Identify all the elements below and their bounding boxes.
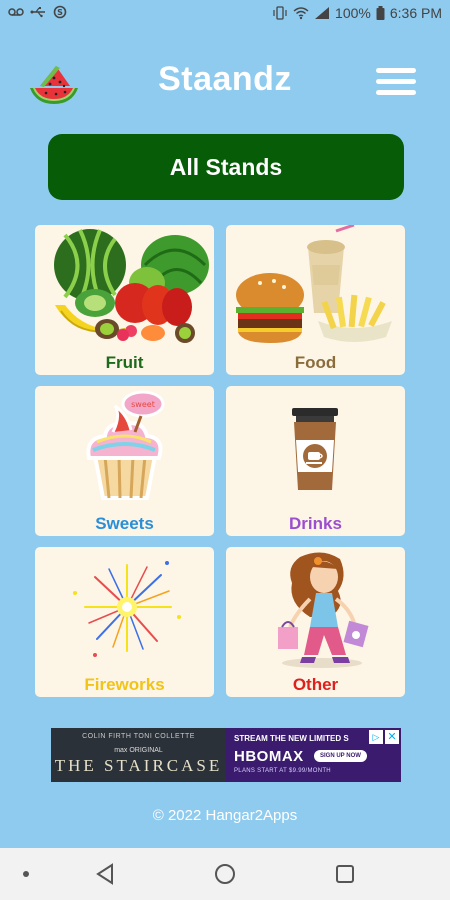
- coffee-cup-icon: [292, 408, 338, 490]
- copyright: © 2022 Hangar2Apps: [152, 807, 298, 824]
- battery-icon: [376, 6, 385, 20]
- svg-text:sweet: sweet: [131, 400, 155, 409]
- home-icon[interactable]: [214, 862, 236, 886]
- burger-fries-icon: [236, 225, 392, 343]
- status-left: S: [8, 5, 68, 19]
- category-card-fireworks[interactable]: Fireworks: [35, 547, 214, 697]
- vibrate-icon: [273, 6, 287, 20]
- ad-cta-button[interactable]: SIGN UP NOW: [314, 750, 367, 762]
- category-label: Fireworks: [84, 675, 165, 694]
- ad-left-panel: COLIN FIRTH TONI COLLETTE max ORIGINAL T…: [51, 728, 226, 782]
- category-card-food[interactable]: Food: [226, 225, 405, 375]
- category-card-other[interactable]: Other: [226, 547, 405, 697]
- shopping-girl-icon: [278, 552, 369, 668]
- cupcake-icon: sweet: [86, 390, 165, 500]
- menu-bar: [376, 79, 416, 84]
- ad-title: THE STAIRCASE: [54, 756, 223, 775]
- status-bar: S 100% 6:36 PM: [0, 0, 450, 28]
- clock: 6:36 PM: [389, 5, 442, 21]
- all-stands-button[interactable]: All Stands: [48, 134, 404, 200]
- usb-icon: [30, 7, 45, 18]
- wifi-icon: [293, 7, 309, 20]
- status-right: 100% 6:36 PM: [272, 5, 442, 21]
- app-header: Staandz: [0, 50, 450, 114]
- system-nav-bar: [0, 848, 450, 900]
- category-card-drinks[interactable]: Drinks: [226, 386, 405, 536]
- menu-bar: [376, 68, 416, 73]
- ad-cast: COLIN FIRTH TONI COLLETTE: [82, 733, 195, 740]
- menu-bar: [376, 90, 416, 95]
- category-card-sweets[interactable]: sweet Sweets: [35, 386, 214, 536]
- category-label: Drinks: [289, 514, 342, 533]
- category-card-fruit[interactable]: Fruit: [35, 225, 214, 375]
- hamburger-menu-icon[interactable]: [376, 68, 416, 98]
- sparkler-icon: [73, 561, 181, 657]
- ad-banner[interactable]: COLIN FIRTH TONI COLLETTE max ORIGINAL T…: [51, 728, 401, 782]
- nav-dot-icon[interactable]: [22, 870, 30, 878]
- sync-icon: S: [53, 5, 67, 19]
- signal-icon: [315, 7, 330, 19]
- fruit-basket-icon: [54, 229, 209, 343]
- ad-brand-tag: max ORIGINAL: [114, 747, 163, 754]
- close-icon[interactable]: ✕: [385, 730, 399, 744]
- adchoices-icon[interactable]: ▷: [369, 730, 383, 744]
- svg-text:S: S: [57, 8, 63, 17]
- category-label: Fruit: [105, 353, 144, 372]
- battery-percent: 100%: [335, 5, 371, 21]
- category-label: Sweets: [95, 514, 154, 533]
- category-label: Other: [292, 675, 339, 694]
- ad-plans: PLANS START AT $9.99/MONTH: [234, 768, 331, 774]
- back-icon[interactable]: [94, 862, 116, 886]
- voicemail-icon: [8, 8, 24, 16]
- ad-network: HBOMAX: [234, 748, 304, 765]
- category-label: Food: [294, 353, 337, 372]
- recents-icon[interactable]: [334, 862, 356, 886]
- ad-stream-text: STREAM THE NEW LIMITED S: [234, 734, 349, 743]
